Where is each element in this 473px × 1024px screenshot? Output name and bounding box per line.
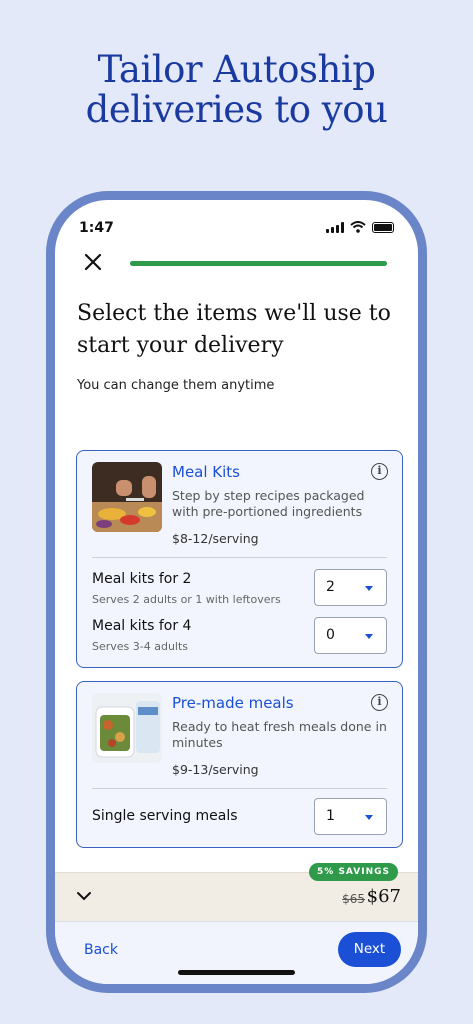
- status-icons: [326, 221, 394, 233]
- phone-screen: 1:47 Select the items we'll use to start…: [55, 200, 418, 984]
- headline-line-1: Tailor Autoship: [97, 48, 376, 91]
- total-price: $67: [366, 886, 401, 907]
- meal-kits-for-4-label: Meal kits for 4: [92, 618, 192, 634]
- pre-made-meals-title: Pre-made meals: [172, 694, 294, 712]
- page-title: Select the items we'll use to start your…: [77, 301, 391, 358]
- caret-down-icon: [365, 815, 373, 820]
- pre-made-meals-price: $9-13/serving: [172, 762, 259, 777]
- page-subtitle: You can change them anytime: [77, 378, 275, 393]
- single-serving-meals-label: Single serving meals: [92, 808, 238, 824]
- caret-down-icon: [365, 586, 373, 591]
- next-button[interactable]: Next: [338, 932, 401, 967]
- close-icon[interactable]: [81, 250, 105, 274]
- meal-kits-card[interactable]: Meal Kits i Step by step recipes package…: [76, 450, 403, 668]
- battery-icon: [372, 222, 394, 233]
- meal-kits-for-4-sublabel: Serves 3-4 adults: [92, 640, 189, 653]
- select-value: 0: [326, 627, 335, 643]
- chevron-down-icon[interactable]: [75, 887, 93, 905]
- wifi-icon: [350, 221, 366, 233]
- headline: Tailor Autoship deliveries to you: [0, 50, 473, 130]
- original-price: $65: [342, 892, 365, 906]
- signal-icon: [326, 222, 344, 233]
- back-button[interactable]: Back: [84, 942, 118, 958]
- meal-kits-for-2-label: Meal kits for 2: [92, 571, 192, 587]
- meal-kits-info-icon[interactable]: i: [371, 463, 388, 480]
- meal-kits-for-4-select[interactable]: 0: [314, 617, 387, 654]
- status-bar: 1:47: [55, 200, 418, 244]
- meal-kits-for-2-select[interactable]: 2: [314, 569, 387, 606]
- single-serving-meals-select[interactable]: 1: [314, 798, 387, 835]
- divider: [92, 788, 387, 789]
- meal-kits-description: Step by step recipes packaged with pre-p…: [172, 488, 365, 519]
- caret-down-icon: [365, 634, 373, 639]
- progress-fill: [130, 261, 387, 266]
- meal-kits-image: [92, 462, 162, 532]
- select-value: 1: [326, 808, 335, 824]
- meal-kits-title: Meal Kits: [172, 463, 240, 481]
- status-time: 1:47: [79, 220, 114, 236]
- phone-frame: 1:47 Select the items we'll use to start…: [46, 191, 427, 993]
- pre-made-meals-info-icon[interactable]: i: [371, 694, 388, 711]
- select-value: 2: [326, 579, 335, 595]
- savings-badge: 5% SAVINGS: [309, 863, 398, 881]
- divider: [92, 557, 387, 558]
- meal-kits-price: $8-12/serving: [172, 531, 259, 546]
- home-indicator: [178, 970, 295, 975]
- headline-line-2: deliveries to you: [85, 88, 388, 131]
- pre-made-meals-card[interactable]: Pre-made meals i Ready to heat fresh mea…: [76, 681, 403, 848]
- footer-nav: Back Next: [55, 921, 418, 984]
- pre-made-meals-image: [92, 693, 162, 763]
- progress-bar: [130, 261, 387, 266]
- meal-kits-for-2-sublabel: Serves 2 adults or 1 with leftovers: [92, 593, 281, 606]
- pre-made-meals-description: Ready to heat fresh meals done in minute…: [172, 719, 387, 750]
